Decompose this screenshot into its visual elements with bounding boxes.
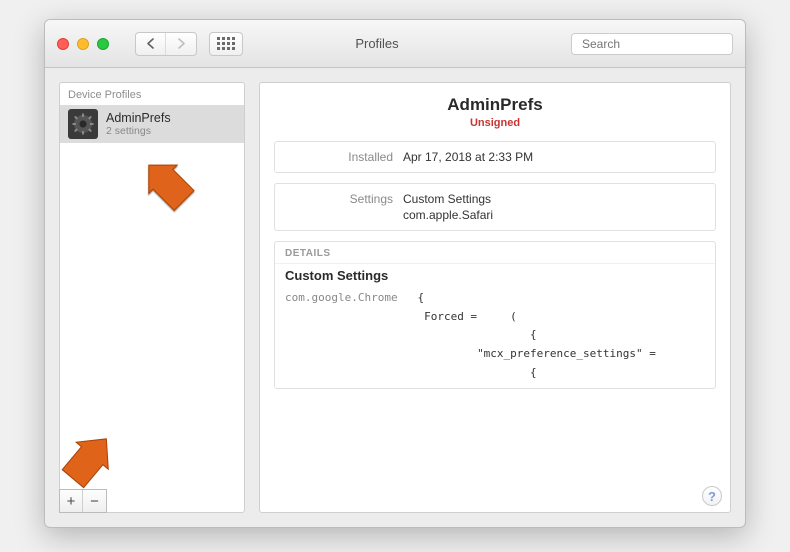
details-code: com.google.Chrome { Forced = ( { "mcx_pr… xyxy=(275,289,715,388)
settings-value-2: com.apple.Safari xyxy=(403,208,493,222)
settings-row-1: Settings Custom Settings xyxy=(275,184,715,208)
nav-buttons xyxy=(135,32,197,56)
details-box: DETAILS Custom Settings com.google.Chrom… xyxy=(274,241,716,389)
profile-item-text: AdminPrefs 2 settings xyxy=(106,111,171,137)
code-domain: com.google.Chrome xyxy=(285,291,398,304)
settings-row-2: com.apple.Safari xyxy=(275,208,715,230)
installed-box: Installed Apr 17, 2018 at 2:33 PM xyxy=(274,141,716,173)
profile-title: AdminPrefs xyxy=(274,95,716,115)
settings-label: Settings xyxy=(285,192,403,206)
profile-status: Unsigned xyxy=(274,117,716,129)
sidebar-header: Device Profiles xyxy=(60,83,244,105)
installed-label: Installed xyxy=(285,150,403,164)
search-input[interactable] xyxy=(582,37,737,51)
search-field[interactable] xyxy=(571,33,733,55)
traffic-lights xyxy=(57,38,109,50)
installed-row: Installed Apr 17, 2018 at 2:33 PM xyxy=(275,142,715,172)
back-button[interactable] xyxy=(136,33,166,55)
details-title: Custom Settings xyxy=(275,263,715,289)
profile-item-adminprefs[interactable]: AdminPrefs 2 settings xyxy=(60,105,244,143)
profile-name: AdminPrefs xyxy=(106,111,171,125)
details-header: DETAILS xyxy=(275,242,715,263)
settings-box: Settings Custom Settings com.apple.Safar… xyxy=(274,183,716,231)
annotation-arrow-1 xyxy=(140,145,210,215)
content-area: Device Profiles AdminP xyxy=(45,68,745,527)
minimize-window-button[interactable] xyxy=(77,38,89,50)
profile-details-pane: AdminPrefs Unsigned Installed Apr 17, 20… xyxy=(259,82,731,513)
window-title: Profiles xyxy=(191,36,563,51)
installed-value: Apr 17, 2018 at 2:33 PM xyxy=(403,150,533,164)
annotation-arrow-2 xyxy=(55,428,135,508)
help-button[interactable]: ? xyxy=(702,486,722,506)
window-toolbar: Profiles xyxy=(45,20,745,68)
settings-value-1: Custom Settings xyxy=(403,192,491,206)
profiles-window: Profiles Device Profiles xyxy=(44,19,746,528)
profile-subtitle: 2 settings xyxy=(106,125,171,137)
gear-icon xyxy=(68,109,98,139)
close-window-button[interactable] xyxy=(57,38,69,50)
zoom-window-button[interactable] xyxy=(97,38,109,50)
